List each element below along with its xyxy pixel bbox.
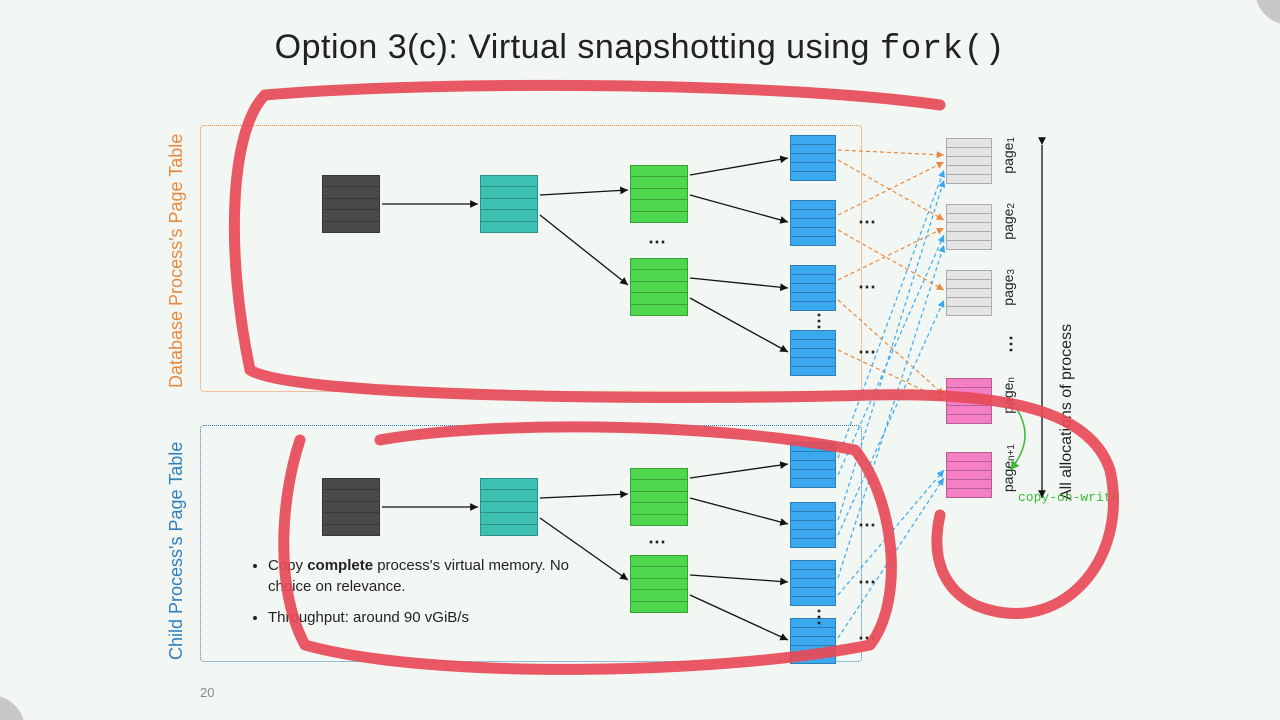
phys-page-2 (946, 204, 992, 250)
ellipsis-icon: ⋯ (858, 277, 874, 298)
child-root-node (322, 478, 380, 536)
ellipsis-icon: ⋯ (858, 342, 874, 363)
phys-page-n1 (946, 452, 992, 498)
page-number: 20 (200, 685, 214, 700)
ellipsis-icon: ⋯ (858, 515, 874, 536)
slide-title: Option 3(c): Virtual snapshotting using … (0, 28, 1280, 69)
child-leaf-d (790, 618, 836, 664)
db-leaf-a (790, 135, 836, 181)
phys-page-n (946, 378, 992, 424)
label-db-page-table: Database Process's Page Table (166, 118, 187, 388)
label-copy-on-write: copy-on-write (1018, 490, 1119, 505)
corner-decoration (1255, 0, 1280, 25)
db-leaf-d (790, 330, 836, 376)
bullet-item: Throughput: around 90 vGiB/s (268, 607, 570, 628)
child-l2-node-a (630, 468, 688, 526)
corner-decoration (0, 695, 25, 720)
db-l2-node-b (630, 258, 688, 316)
bullet-list: Copy complete process's virtual memory. … (250, 555, 570, 638)
label-page3: page3 (1000, 269, 1017, 306)
db-leaf-b (790, 200, 836, 246)
ellipsis-icon: ⋯ (808, 608, 830, 624)
db-l2-node-a (630, 165, 688, 223)
ellipsis-icon: ⋯ (648, 232, 664, 253)
bullet-item: Copy complete process's virtual memory. … (268, 555, 570, 597)
slide: Option 3(c): Virtual snapshotting using … (0, 0, 1280, 720)
title-code: fork() (880, 31, 1005, 69)
ellipsis-icon: ⋯ (808, 312, 830, 328)
label-child-page-table: Child Process's Page Table (166, 430, 187, 660)
title-text: Option 3(c): Virtual snapshotting using (275, 28, 880, 66)
label-pagen: pagen (1000, 377, 1017, 414)
ellipsis-icon: ⋯ (858, 628, 874, 649)
db-l1-node (480, 175, 538, 233)
label-pagen1: pagen+1 (1000, 444, 1017, 492)
child-leaf-a (790, 442, 836, 488)
label-all-allocations: All allocations of process (1058, 150, 1076, 500)
child-leaf-c (790, 560, 836, 606)
label-page2: page2 (1000, 203, 1017, 240)
child-l2-node-b (630, 555, 688, 613)
child-l1-node (480, 478, 538, 536)
phys-page-1 (946, 138, 992, 184)
ellipsis-icon: ⋯ (858, 572, 874, 593)
ellipsis-icon: ⋯ (1000, 335, 1022, 351)
db-leaf-c (790, 265, 836, 311)
group-db (200, 125, 862, 392)
label-page1: page1 (1000, 137, 1017, 174)
child-leaf-b (790, 502, 836, 548)
ellipsis-icon: ⋯ (858, 212, 874, 233)
ellipsis-icon: ⋯ (648, 532, 664, 553)
db-root-node (322, 175, 380, 233)
phys-page-3 (946, 270, 992, 316)
